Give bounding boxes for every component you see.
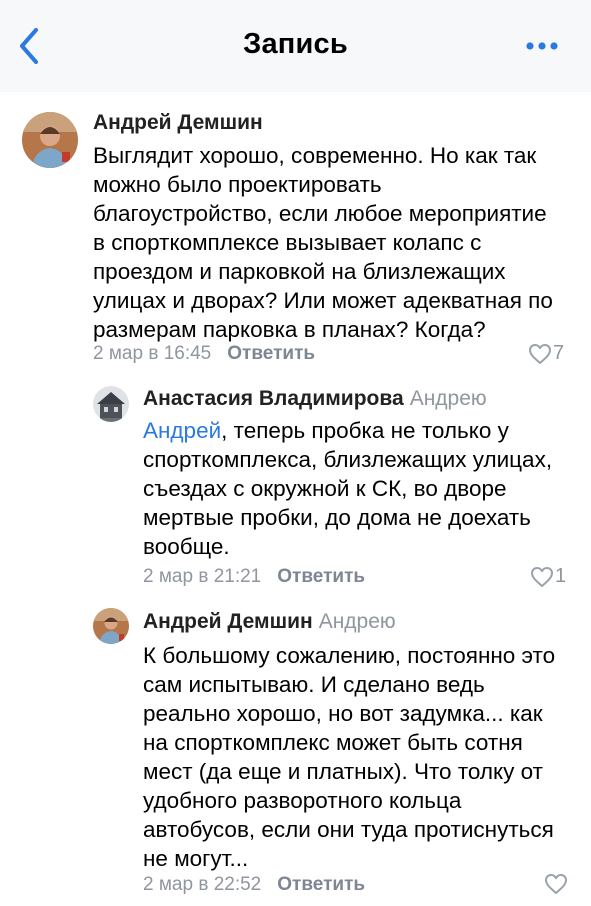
author-name[interactable]: Андрей Демшин	[93, 111, 263, 134]
comment-header: Андрей Демшин	[93, 111, 263, 135]
comment-date: 2 мар в 22:52	[143, 874, 262, 895]
avatar[interactable]	[93, 608, 129, 644]
author-name[interactable]: Андрей Демшин	[143, 610, 313, 633]
comment-meta: 2 мар в 16:45 Ответить	[93, 343, 315, 365]
heart-icon	[545, 874, 567, 894]
page-title: Запись	[243, 28, 348, 60]
comment-body: К большому сожалению, постоянно это сам …	[143, 643, 556, 871]
reply-button[interactable]: Ответить	[277, 874, 365, 895]
comment-text: Выглядит хорошо, современно. Но как так …	[93, 141, 553, 344]
comment-date: 2 мар в 21:21	[143, 566, 262, 587]
heart-icon	[531, 566, 553, 587]
author-name[interactable]: Анастасия Владимирова	[143, 387, 404, 410]
top-bar: Запись	[0, 0, 591, 92]
comment-header: Анастасия Владимирова Андрею	[143, 387, 487, 411]
reply-button[interactable]: Ответить	[277, 566, 365, 587]
comment-text: Андрей, теперь пробка не только у спортк…	[143, 416, 568, 561]
reply-button[interactable]: Ответить	[227, 343, 315, 364]
heart-icon	[529, 343, 551, 364]
like-button[interactable]	[544, 873, 569, 895]
comment-date: 2 мар в 16:45	[93, 343, 212, 364]
avatar[interactable]	[93, 386, 129, 422]
comment-body: Выглядит хорошо, современно. Но как так …	[93, 143, 553, 342]
like-button[interactable]: 7	[528, 342, 564, 365]
reply-to-label[interactable]: Андрею	[410, 387, 487, 410]
mention-link[interactable]: Андрей	[143, 418, 221, 443]
comment-header: Андрей Демшин Андрею	[143, 610, 396, 634]
comment-meta: 2 мар в 22:52 Ответить	[143, 874, 365, 896]
avatar[interactable]	[22, 112, 78, 168]
comment-meta: 2 мар в 21:21 Ответить	[143, 566, 365, 588]
like-count: 7	[553, 342, 565, 364]
comment-text: К большому сожалению, постоянно это сам …	[143, 641, 568, 873]
reply-to-label[interactable]: Андрею	[319, 610, 396, 633]
like-count: 1	[555, 565, 567, 587]
like-button[interactable]: 1	[530, 565, 566, 588]
ellipsis-icon[interactable]	[524, 34, 560, 58]
